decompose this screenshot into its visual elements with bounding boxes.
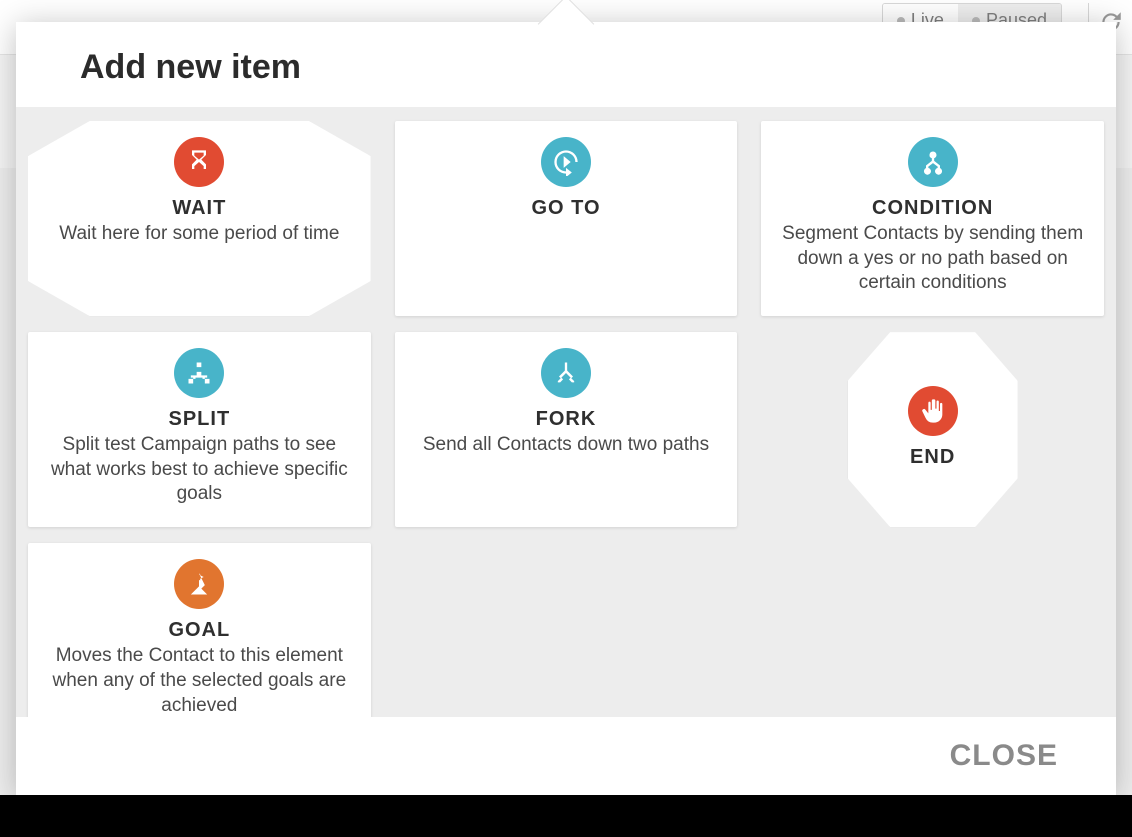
modal-container: Add new item WAIT Wait here for some per… bbox=[16, 22, 1116, 795]
item-card-condition[interactable]: CONDITION Segment Contacts by sending th… bbox=[761, 121, 1104, 316]
item-desc: Segment Contacts by sending them down a … bbox=[779, 222, 1086, 296]
fork-icon bbox=[541, 348, 591, 398]
item-title: WAIT bbox=[172, 197, 226, 220]
modal-title: Add new item bbox=[80, 48, 1052, 87]
footer-bar bbox=[0, 795, 1132, 837]
item-desc: Send all Contacts down two paths bbox=[423, 433, 709, 458]
item-card-goto[interactable]: GO TO bbox=[395, 121, 738, 316]
item-title: GOAL bbox=[168, 619, 230, 642]
item-card-wait[interactable]: WAIT Wait here for some period of time bbox=[28, 121, 371, 316]
item-card-end[interactable]: END bbox=[848, 332, 1018, 527]
stop-hand-icon bbox=[908, 386, 958, 436]
item-card-goal[interactable]: GOAL Moves the Contact to this element w… bbox=[28, 543, 371, 717]
flag-mountain-icon bbox=[174, 559, 224, 609]
goto-arrow-icon bbox=[541, 137, 591, 187]
item-title: SPLIT bbox=[168, 408, 230, 431]
sitemap-icon bbox=[174, 348, 224, 398]
item-title: CONDITION bbox=[872, 197, 993, 220]
item-title: GO TO bbox=[531, 197, 600, 220]
item-card-end-wrap: END bbox=[761, 332, 1104, 527]
add-item-modal: Add new item WAIT Wait here for some per… bbox=[16, 22, 1116, 795]
modal-footer: CLOSE bbox=[16, 717, 1116, 795]
item-card-fork[interactable]: FORK Send all Contacts down two paths bbox=[395, 332, 738, 527]
branch-icon bbox=[908, 137, 958, 187]
item-desc: Split test Campaign paths to see what wo… bbox=[46, 433, 353, 507]
item-title: FORK bbox=[536, 408, 597, 431]
item-desc: Moves the Contact to this element when a… bbox=[46, 644, 353, 717]
modal-body: WAIT Wait here for some period of time G… bbox=[16, 107, 1116, 717]
item-card-split[interactable]: SPLIT Split test Campaign paths to see w… bbox=[28, 332, 371, 527]
close-button[interactable]: CLOSE bbox=[944, 735, 1064, 777]
item-grid: WAIT Wait here for some period of time G… bbox=[28, 121, 1104, 717]
hourglass-icon bbox=[174, 137, 224, 187]
item-title: END bbox=[910, 446, 955, 469]
item-desc: Wait here for some period of time bbox=[59, 222, 339, 247]
